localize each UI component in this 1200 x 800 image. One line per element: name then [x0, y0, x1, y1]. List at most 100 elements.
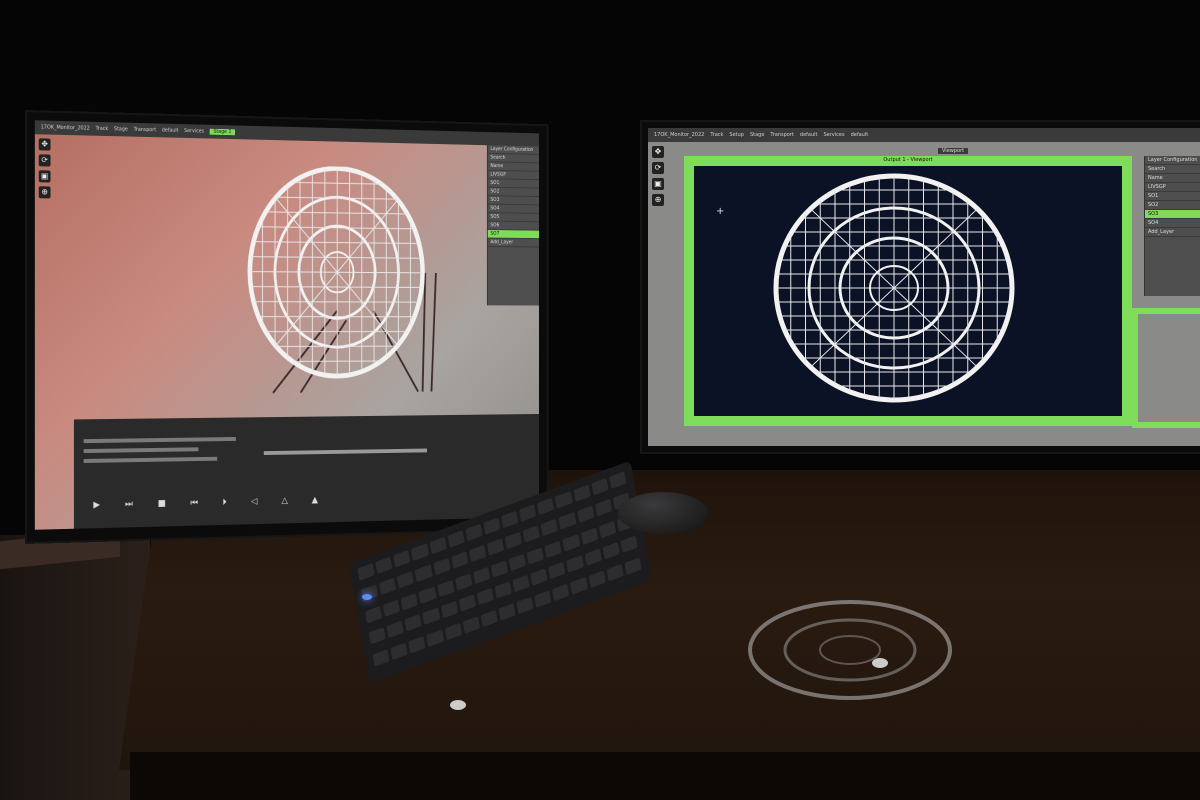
panel-row[interactable]: SO4 — [1145, 219, 1200, 228]
up-filled-icon[interactable]: ▲ — [312, 496, 318, 506]
keyboard-key — [404, 614, 422, 632]
right-toolbar: ✥ ⟳ ▣ ⊕ — [648, 142, 668, 206]
topbar-item[interactable]: Services — [184, 128, 204, 134]
keyboard-key — [400, 592, 419, 611]
keyboard-key — [483, 517, 501, 535]
skip-icon[interactable]: ⏭ — [125, 500, 133, 510]
keyboard-key — [422, 607, 440, 626]
keyboard-key — [508, 553, 527, 571]
frame-tool-icon[interactable]: ▣ — [38, 170, 51, 183]
keyboard-key — [598, 520, 616, 539]
keyboard-key — [382, 599, 401, 617]
keyboard-key — [519, 504, 537, 522]
keyboard-key — [501, 510, 519, 529]
panel-row[interactable]: Add_Layer — [1145, 228, 1200, 237]
keyboard-key — [465, 523, 483, 542]
timeline-track — [83, 456, 218, 463]
topbar-item[interactable]: Setup — [729, 132, 744, 138]
keyboard-key — [397, 571, 415, 589]
topbar-item[interactable]: 17OK_Monitor_2022 — [41, 124, 90, 131]
right-monitor: 17OK_Monitor_2022 Track Setup Stage Tran… — [640, 120, 1200, 454]
back-icon[interactable]: ◁ — [251, 497, 257, 507]
keyboard-key — [512, 574, 530, 593]
desk-marker — [450, 700, 466, 710]
keyboard-key — [534, 589, 552, 608]
spoke-line — [810, 287, 895, 368]
topbar-item[interactable]: Transport — [134, 127, 156, 133]
spoke-line — [810, 208, 895, 289]
selected-stage-tab[interactable]: Stage 1 — [209, 128, 236, 136]
add-tool-icon[interactable]: ⊕ — [652, 194, 664, 206]
keyboard-key — [462, 615, 480, 634]
left-toolbar: ✥ ⟳ ▣ ⊕ — [35, 134, 55, 199]
keyboard-key — [606, 563, 624, 582]
desk-edge — [130, 752, 1200, 800]
topbar-item[interactable]: 17OK_Monitor_2022 — [654, 132, 704, 138]
spoke-line — [250, 272, 337, 273]
layer-config-panel: Layer Configuration Search Name LIVSGP SO1 S… — [1144, 156, 1200, 296]
keyboard-key — [570, 576, 588, 595]
dish-wireframe-2d — [773, 173, 1015, 403]
left-monitor: 17OK_Monitor_2022 Track Stage Transport … — [25, 110, 549, 544]
green-frame-right — [1132, 308, 1200, 428]
frame-tool-icon[interactable]: ▣ — [652, 178, 664, 190]
keyboard-key — [530, 568, 548, 586]
timeline-track — [83, 436, 236, 444]
play-icon[interactable]: ▶ — [93, 500, 100, 510]
spoke-line — [893, 208, 978, 289]
right-topbar: 17OK_Monitor_2022 Track Setup Stage Tran… — [648, 128, 1200, 142]
keyboard-key — [526, 546, 545, 565]
add-tool-icon[interactable]: ⊕ — [38, 186, 51, 199]
topbar-item[interactable]: default — [800, 132, 818, 138]
mouse — [618, 492, 708, 534]
topbar-item[interactable]: Stage — [750, 132, 764, 138]
keyboard-key — [444, 622, 462, 640]
panel-row[interactable]: LIVSGP — [1145, 183, 1200, 192]
panel-row[interactable]: Search — [1145, 165, 1200, 174]
panel-row[interactable]: Name — [1145, 174, 1200, 183]
rewind-icon[interactable]: ⏮ — [190, 498, 198, 508]
stop-icon[interactable]: ■ — [158, 499, 166, 509]
topbar-item[interactable]: Transport — [770, 132, 793, 138]
keyboard-key — [364, 605, 383, 624]
topbar-item[interactable]: Track — [96, 126, 109, 132]
rotate-tool-icon[interactable]: ⟳ — [652, 162, 664, 174]
viewport-tab[interactable]: Viewport — [938, 148, 969, 154]
up-icon[interactable]: △ — [281, 496, 287, 506]
step-icon[interactable]: ⏵ — [222, 498, 226, 508]
topbar-item[interactable]: Track — [710, 132, 723, 138]
topbar-item[interactable]: default — [851, 132, 869, 138]
move-tool-icon[interactable]: ✥ — [652, 146, 664, 158]
desk-marker — [872, 658, 888, 668]
left-screen: 17OK_Monitor_2022 Track Stage Transport … — [34, 120, 539, 530]
photo-scene: 17OK_Monitor_2022 Track Stage Transport … — [0, 0, 1200, 800]
keyboard-key — [591, 477, 609, 496]
keyboard-key — [624, 557, 642, 575]
spoke-line — [276, 272, 338, 346]
viewport-label: Output 1 - Viewport — [877, 157, 939, 163]
panel-row[interactable]: SO1 — [1145, 192, 1200, 201]
rotate-tool-icon[interactable]: ⟳ — [38, 154, 51, 167]
keyboard-key — [602, 542, 620, 560]
transport-controls: ▶ ⏭ ■ ⏮ ⏵ ◁ △ ▲ — [93, 496, 318, 511]
keyboard-key — [472, 566, 491, 585]
topbar-item[interactable]: Stage — [114, 126, 128, 132]
spoke-line — [276, 198, 338, 272]
panel-row[interactable]: Add_Layer — [487, 238, 539, 248]
keyboard-key — [433, 558, 451, 576]
topbar-item[interactable]: Services — [823, 132, 844, 138]
panel-row[interactable]: SO3 — [1145, 210, 1200, 219]
move-tool-icon[interactable]: ✥ — [38, 138, 51, 151]
keyboard-key — [357, 563, 375, 581]
keyboard-key — [580, 527, 598, 545]
keyboard-key — [390, 642, 408, 660]
keyboard-key — [379, 577, 397, 596]
keyboard-key — [458, 594, 476, 613]
keyboard-key — [415, 564, 433, 583]
timeline-track — [83, 447, 199, 454]
topbar-item[interactable]: default — [162, 127, 179, 133]
keyboard-key — [522, 525, 541, 544]
keyboard-key — [540, 519, 559, 537]
panel-row[interactable]: SO2 — [1145, 201, 1200, 210]
keyboard-key — [386, 620, 404, 639]
